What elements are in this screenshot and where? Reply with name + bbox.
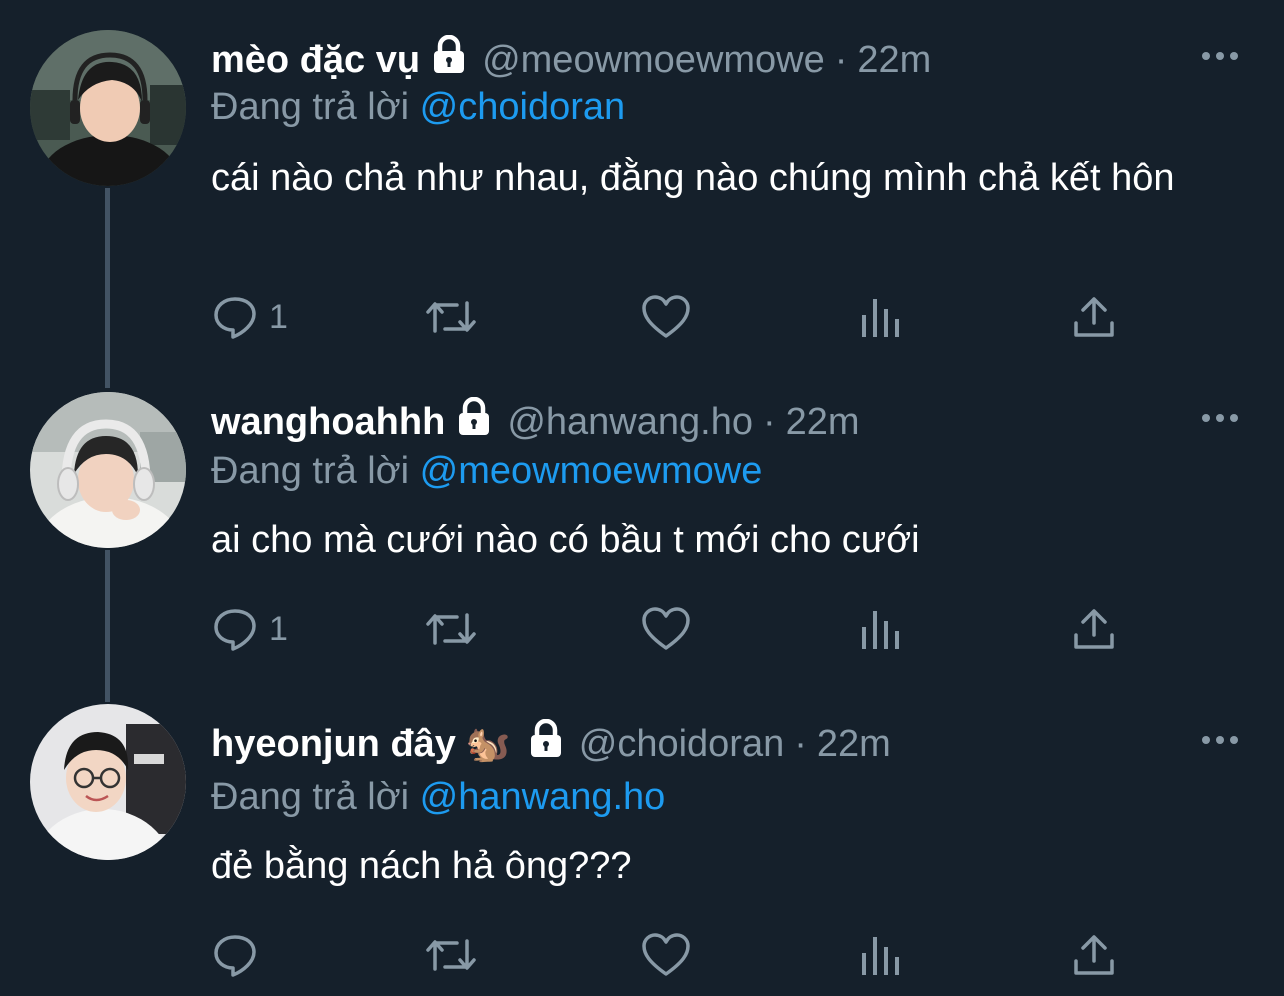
share-button[interactable] <box>1071 292 1117 342</box>
tweet[interactable]: hyeonjun đây 🐿️ @choidoran · 22m Đang tr… <box>0 690 1284 996</box>
lock-icon <box>455 396 493 447</box>
analytics-button[interactable] <box>859 604 903 654</box>
tweet[interactable]: mèo đặc vụ @meowmoewmowe · 22m Đang trả … <box>0 0 1284 370</box>
reply-count: 1 <box>269 297 288 336</box>
squirrel-emoji: 🐿️ <box>465 723 511 764</box>
avatar[interactable] <box>30 704 186 860</box>
separator-dot: · <box>794 722 807 765</box>
mention-link[interactable]: @meowmoewmowe <box>420 450 763 492</box>
tweet-thread: mèo đặc vụ @meowmoewmowe · 22m Đang trả … <box>0 0 1284 996</box>
retweet-icon <box>423 293 479 341</box>
display-name[interactable]: wanghoahhh <box>211 401 445 444</box>
timestamp[interactable]: 22m <box>817 723 891 766</box>
separator-dot: · <box>834 38 848 81</box>
mention-link[interactable]: @hanwang.ho <box>420 776 666 818</box>
user-handle[interactable]: @hanwang.ho <box>507 401 753 444</box>
analytics-icon <box>859 605 903 653</box>
reply-count: 1 <box>269 609 288 648</box>
retweet-button[interactable] <box>423 604 479 654</box>
reply-button[interactable] <box>211 930 269 980</box>
retweet-button[interactable] <box>423 930 479 980</box>
user-handle[interactable]: @choidoran <box>579 723 784 766</box>
replying-to-label: Đang trả lời <box>211 450 410 492</box>
reply-icon <box>211 931 259 979</box>
share-button[interactable] <box>1071 930 1117 980</box>
avatar[interactable] <box>30 392 186 548</box>
reply-icon <box>211 293 259 341</box>
reply-button[interactable]: 1 <box>211 292 288 342</box>
user-handle[interactable]: @meowmoewmowe <box>482 39 825 82</box>
tweet-header: hyeonjun đây 🐿️ @choidoran · 22m <box>211 718 891 769</box>
tweet-header: wanghoahhh @hanwang.ho · 22m <box>211 396 860 447</box>
tweet-text: ai cho mà cưới nào có bầu t mới cho cưới <box>211 519 920 561</box>
share-button[interactable] <box>1071 604 1117 654</box>
analytics-icon <box>859 293 903 341</box>
display-name[interactable]: hyeonjun đây <box>211 723 456 766</box>
analytics-icon <box>859 931 903 979</box>
lock-icon <box>527 718 565 769</box>
replying-to: Đang trả lời @meowmoewmowe <box>211 450 762 493</box>
tweet[interactable]: wanghoahhh @hanwang.ho · 22m Đang trả lờ… <box>0 370 1284 690</box>
mention-link[interactable]: @choidoran <box>420 86 625 128</box>
avatar-photo <box>30 704 186 860</box>
tweet-actions <box>211 930 1131 980</box>
timestamp[interactable]: 22m <box>857 39 931 82</box>
tweet-text: cái nào chả như nhau, đằng nào chúng mìn… <box>211 157 1175 199</box>
more-icon[interactable] <box>1200 408 1240 428</box>
lock-icon <box>430 34 468 85</box>
tweet-actions: 1 <box>211 604 1131 654</box>
avatar-photo <box>30 392 186 548</box>
timestamp[interactable]: 22m <box>786 401 860 444</box>
retweet-icon <box>423 931 479 979</box>
like-button[interactable] <box>641 604 691 654</box>
like-button[interactable] <box>641 930 691 980</box>
replying-to-label: Đang trả lời <box>211 86 410 128</box>
share-icon <box>1071 293 1117 341</box>
like-button[interactable] <box>641 292 691 342</box>
like-icon <box>641 932 691 978</box>
like-icon <box>641 606 691 652</box>
tweet-header: mèo đặc vụ @meowmoewmowe · 22m <box>211 34 931 85</box>
retweet-icon <box>423 605 479 653</box>
analytics-button[interactable] <box>859 930 903 980</box>
retweet-button[interactable] <box>423 292 479 342</box>
replying-to: Đang trả lời @choidoran <box>211 86 625 129</box>
avatar[interactable] <box>30 30 186 186</box>
display-name[interactable]: mèo đặc vụ <box>211 39 420 82</box>
separator-dot: · <box>762 400 776 443</box>
analytics-button[interactable] <box>859 292 903 342</box>
tweet-actions: 1 <box>211 292 1131 342</box>
replying-to: Đang trả lời @hanwang.ho <box>211 776 665 819</box>
more-icon[interactable] <box>1200 730 1240 750</box>
tweet-text: đẻ bằng nách hả ông??? <box>211 845 632 887</box>
like-icon <box>641 294 691 340</box>
reply-button[interactable]: 1 <box>211 604 288 654</box>
share-icon <box>1071 605 1117 653</box>
share-icon <box>1071 931 1117 979</box>
reply-icon <box>211 605 259 653</box>
replying-to-label: Đang trả lời <box>211 776 410 818</box>
more-icon[interactable] <box>1200 46 1240 66</box>
avatar-photo <box>30 30 186 186</box>
